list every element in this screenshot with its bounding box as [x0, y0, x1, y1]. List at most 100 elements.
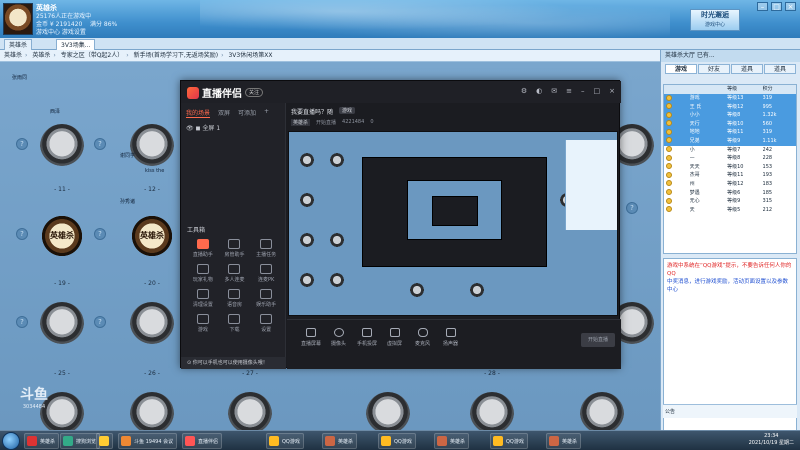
stream-title[interactable]: 我要直播吗？随: [291, 107, 333, 116]
tab-rhythm[interactable]: 可添加: [238, 108, 256, 118]
tab-hall[interactable]: 英雄杀: [4, 39, 33, 50]
game-table[interactable]: [40, 124, 84, 168]
seat-icon[interactable]: ?: [94, 138, 106, 150]
close-icon[interactable]: ×: [609, 87, 615, 95]
game-table[interactable]: [470, 392, 514, 430]
taskbar-item[interactable]: 直播伴侣: [182, 433, 223, 449]
maximize-button[interactable]: □: [771, 2, 782, 11]
sidebar-tip[interactable]: ⊙ 你可以手机也可以使用摄像头哦！: [181, 357, 286, 369]
game-table[interactable]: [130, 124, 174, 168]
tool-item[interactable]: 连麦PK: [250, 264, 282, 283]
settings-icon[interactable]: ⚙: [521, 87, 527, 95]
taskbar-item[interactable]: 斗鱼 19494 会议: [118, 433, 178, 449]
game-table-logo[interactable]: 英雄杀: [40, 214, 84, 258]
game-table[interactable]: [228, 392, 272, 430]
tool-item[interactable]: 主播任务: [250, 239, 282, 258]
breadcrumb-item[interactable]: 专家之区（带Q起2人）: [61, 52, 124, 59]
tab-dual[interactable]: 双屏: [218, 108, 230, 118]
table-row[interactable]: 兄弟 等级9 1.11k: [664, 136, 796, 146]
seat-icon[interactable]: ?: [16, 316, 28, 328]
game-table[interactable]: [366, 392, 410, 430]
add-icon[interactable]: +: [264, 108, 269, 118]
table-row[interactable]: 地地 等级11 319: [664, 128, 796, 137]
table-row[interactable]: 王 氏等级12 995: [664, 102, 796, 112]
table-row[interactable]: 杰哥 等级11 193: [664, 171, 796, 180]
tool-item[interactable]: 房管助手: [219, 239, 251, 258]
taskbar-item[interactable]: 英雄杀: [546, 433, 582, 449]
start-button[interactable]: [2, 432, 20, 450]
close-button[interactable]: ×: [785, 2, 796, 11]
breadcrumb-item[interactable]: 3V3休闲场第XX: [228, 52, 272, 59]
taskbar-item[interactable]: 搜狗浏览: [60, 433, 101, 449]
breadcrumb-item[interactable]: 新手场(首场学习下,无返场奖励): [134, 52, 219, 59]
column-level[interactable]: 等级: [727, 85, 762, 94]
table-row[interactable]: 天天 等级10 153: [664, 163, 796, 172]
column-score[interactable]: 积分: [763, 85, 796, 94]
phone-cast-button[interactable]: 手机投屏: [357, 328, 377, 347]
breadcrumb-item[interactable]: 英雄杀: [32, 52, 50, 59]
tab-room[interactable]: 3V3场集...: [56, 39, 96, 50]
tab-players[interactable]: 游戏: [665, 64, 697, 74]
table-row[interactable]: 州等级12 183: [664, 180, 796, 189]
tool-item[interactable]: 游戏: [187, 314, 219, 333]
taskbar-item[interactable]: [96, 433, 113, 449]
taskbar-item[interactable]: 英雄杀: [322, 433, 358, 449]
breadcrumb-item[interactable]: 英雄杀: [4, 52, 22, 59]
taskbar-item[interactable]: QQ游戏: [490, 433, 528, 449]
taskbar-item[interactable]: 英雄杀: [434, 433, 470, 449]
tool-item[interactable]: 娱乐助手: [250, 289, 282, 308]
table-row[interactable]: 梦遇 等级6 185: [664, 189, 796, 198]
tool-item[interactable]: 多人连麦: [219, 264, 251, 283]
start-live-button[interactable]: 开始直播: [581, 333, 615, 347]
minimize-icon[interactable]: –: [581, 87, 585, 95]
tab-scenes[interactable]: 我的场景: [186, 108, 211, 118]
table-row[interactable]: 天行 等级10 560: [664, 119, 796, 129]
tab-more[interactable]: 道具: [764, 64, 796, 74]
tool-item[interactable]: 清理设置: [187, 289, 219, 308]
table-row[interactable]: 小小 等级8 1.32k: [664, 111, 796, 120]
game-table-logo[interactable]: 英雄杀: [130, 214, 174, 258]
table-row[interactable]: — 等级8 228: [664, 154, 796, 163]
seat-icon[interactable]: ?: [16, 228, 28, 240]
tab-items[interactable]: 道具: [731, 64, 763, 74]
avatar[interactable]: [3, 3, 33, 35]
taskbar-item[interactable]: QQ游戏: [378, 433, 416, 449]
tool-item[interactable]: 设置: [250, 314, 282, 333]
info-message[interactable]: 中奖消息，进行游戏奖励，活动页面设置以及参数中心: [667, 278, 793, 294]
game-table[interactable]: [40, 302, 84, 346]
meta-game[interactable]: 英雄杀: [291, 119, 311, 126]
table-row[interactable]: 无心 等级9 315: [664, 197, 796, 206]
microphone-button[interactable]: 麦克风: [415, 328, 430, 347]
game-table[interactable]: [130, 392, 174, 430]
maximize-icon[interactable]: □: [594, 87, 601, 95]
table-row[interactable]: 小等级7 242: [664, 146, 796, 155]
tool-item[interactable]: 直播助手: [187, 239, 219, 258]
seat-icon[interactable]: ?: [94, 228, 106, 240]
screen-capture-button[interactable]: 直播屏幕: [301, 328, 321, 347]
game-table[interactable]: [580, 392, 624, 430]
seat-icon[interactable]: ?: [16, 138, 28, 150]
table-row[interactable]: 天等级5 212: [664, 206, 796, 215]
tool-item[interactable]: 下载: [219, 314, 251, 333]
mail-icon[interactable]: ✉: [551, 87, 557, 95]
seat-icon[interactable]: ?: [94, 316, 106, 328]
scene-item[interactable]: 👁 ◼ 全屏 1: [186, 123, 220, 132]
speaker-button[interactable]: 扬声器: [443, 328, 458, 347]
minimize-button[interactable]: –: [757, 2, 768, 11]
system-clock[interactable]: 23:34 2021/10/19 星期二: [749, 433, 794, 447]
user-links[interactable]: 游戏中心 游戏设置: [36, 27, 86, 36]
virtual-screen-button[interactable]: 虚拟屏: [387, 328, 402, 347]
seat-icon[interactable]: ?: [626, 202, 638, 214]
taskbar-item[interactable]: QQ游戏: [266, 433, 304, 449]
tab-friends[interactable]: 好友: [698, 64, 730, 74]
brand-badge[interactable]: 关注: [245, 88, 264, 97]
table-row[interactable]: 游戏 等级13 319: [664, 94, 796, 103]
chat-input-row[interactable]: 公告: [663, 404, 797, 418]
menu-icon[interactable]: ≡: [566, 87, 572, 95]
tool-item[interactable]: 语音房: [219, 289, 251, 308]
header-logo[interactable]: 时光邂逅 游戏中心: [690, 9, 740, 31]
skin-icon[interactable]: ◐: [536, 87, 542, 95]
category-badge[interactable]: 游戏: [339, 107, 356, 114]
taskbar-item[interactable]: 英雄杀: [24, 433, 60, 449]
tool-item[interactable]: 玩家礼物: [187, 264, 219, 283]
